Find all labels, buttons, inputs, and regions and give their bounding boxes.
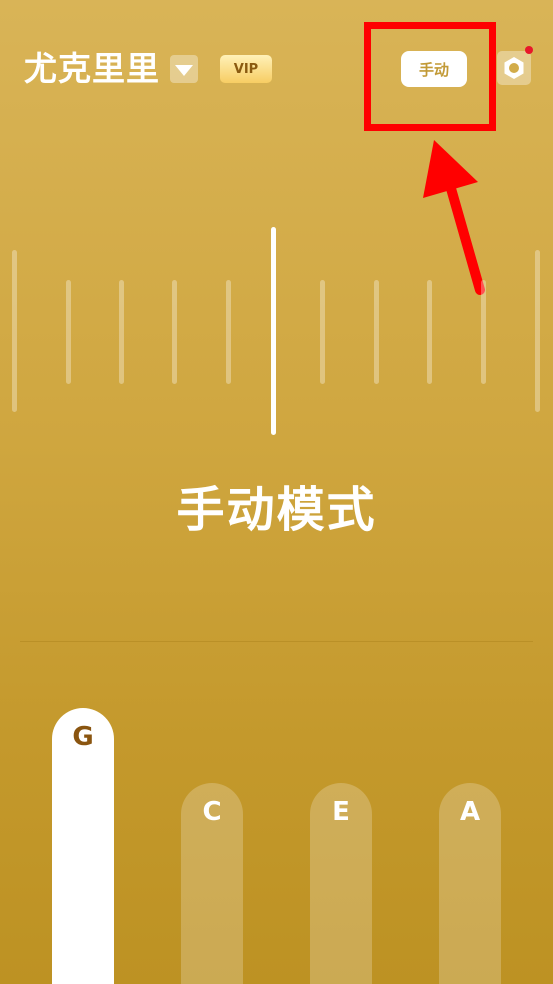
notification-dot <box>525 46 533 54</box>
string-key-g[interactable]: G <box>52 708 114 984</box>
tuner-scale <box>0 220 553 450</box>
scale-tick <box>119 280 124 384</box>
mode-label: 手动模式 <box>176 482 377 538</box>
scale-tick <box>427 280 432 384</box>
scale-tick <box>481 280 486 384</box>
string-note: E <box>332 797 350 827</box>
scale-tick <box>320 280 325 384</box>
gear-icon[interactable] <box>497 51 531 85</box>
scale-tick <box>172 280 177 384</box>
scale-tick <box>12 250 17 412</box>
divider <box>20 641 533 642</box>
tuner-screen: 尤克里里 VIP 手动 手动模式 G C E A <box>0 0 553 984</box>
dropdown-button[interactable] <box>170 55 198 83</box>
string-note: C <box>202 797 222 827</box>
mode-toggle-button[interactable]: 手动 <box>401 51 467 87</box>
instrument-name: 尤克里里 <box>24 49 160 88</box>
string-key-a[interactable]: A <box>439 783 501 984</box>
instrument-selector[interactable]: 尤克里里 <box>24 48 198 90</box>
scale-tick <box>226 280 231 384</box>
string-note: G <box>72 722 94 752</box>
string-key-c[interactable]: C <box>181 783 243 984</box>
vip-badge[interactable]: VIP <box>220 55 272 83</box>
string-key-e[interactable]: E <box>310 783 372 984</box>
triangle-down-icon <box>175 64 193 76</box>
scale-tick <box>66 280 71 384</box>
scale-tick <box>374 280 379 384</box>
center-needle <box>271 227 276 435</box>
string-note: A <box>459 797 481 827</box>
scale-tick <box>535 250 540 412</box>
